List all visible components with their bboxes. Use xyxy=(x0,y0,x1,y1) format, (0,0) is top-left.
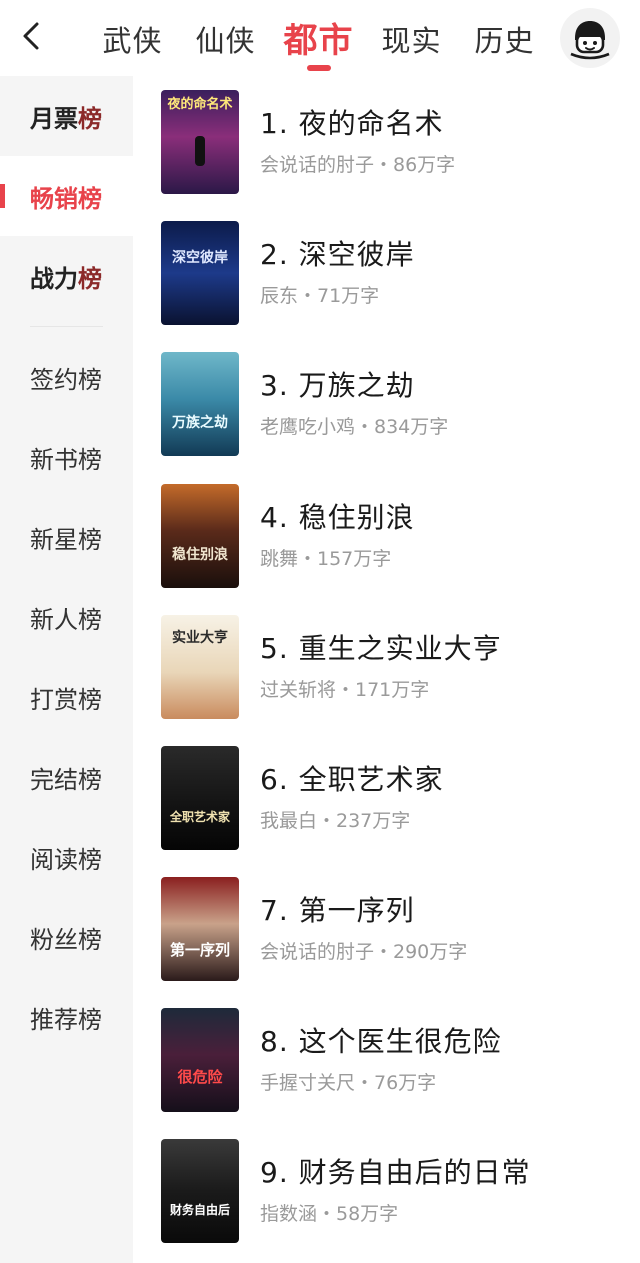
chevron-left-icon xyxy=(23,22,39,50)
list-item[interactable]: 全职艺术家 6. 全职艺术家 我最白・237万字 xyxy=(161,746,631,850)
book-title: 2. 深空彼岸 xyxy=(260,238,415,271)
sidebar-item-power[interactable]: 战力榜 xyxy=(0,236,133,316)
list-item[interactable]: 深空彼岸 2. 深空彼岸 辰东・71万字 xyxy=(161,221,631,325)
list-item[interactable]: 夜的命名术 1. 夜的命名术 会说话的肘子・86万字 xyxy=(161,90,631,194)
avatar-button[interactable] xyxy=(560,8,620,68)
book-cover: 夜的命名术 xyxy=(161,90,239,194)
list-item[interactable]: 财务自由后 9. 财务自由后的日常 指数涵・58万字 xyxy=(161,1139,631,1243)
sidebar-item-fans[interactable]: 粉丝榜 xyxy=(0,897,133,977)
list-item[interactable]: 第一序列 7. 第一序列 会说话的肘子・290万字 xyxy=(161,877,631,981)
sidebar-item-new-book[interactable]: 新书榜 xyxy=(0,417,133,497)
sidebar-item-reward[interactable]: 打赏榜 xyxy=(0,657,133,737)
list-item[interactable]: 万族之劫 3. 万族之劫 老鹰吃小鸡・834万字 xyxy=(161,352,631,456)
back-button[interactable] xyxy=(14,16,48,56)
book-title: 1. 夜的命名术 xyxy=(260,107,444,140)
book-meta: 手握寸关尺・76万字 xyxy=(260,1072,437,1094)
book-cover: 财务自由后 xyxy=(161,1139,239,1243)
book-title: 8. 这个医生很危险 xyxy=(260,1025,502,1058)
sidebar-item-signed[interactable]: 签约榜 xyxy=(0,337,133,417)
book-meta: 跳舞・157万字 xyxy=(260,548,392,570)
book-meta: 指数涵・58万字 xyxy=(260,1203,399,1225)
list-item[interactable]: 很危险 8. 这个医生很危险 手握寸关尺・76万字 xyxy=(161,1008,631,1112)
ranking-sidebar: 月票榜 畅销榜 战力榜 签约榜 新书榜 新星榜 新人榜 打赏榜 完结榜 阅读榜 … xyxy=(0,76,133,1263)
book-meta: 辰东・71万字 xyxy=(260,285,380,307)
book-meta: 会说话的肘子・86万字 xyxy=(260,154,456,176)
sidebar-item-reading[interactable]: 阅读榜 xyxy=(0,817,133,897)
tab-xianshi[interactable]: 现实 xyxy=(365,0,458,76)
book-meta: 我最白・237万字 xyxy=(260,810,411,832)
book-title: 9. 财务自由后的日常 xyxy=(260,1156,531,1189)
tab-lishi[interactable]: 历史 xyxy=(458,0,551,76)
book-title: 6. 全职艺术家 xyxy=(260,763,444,796)
list-item[interactable]: 实业大亨 5. 重生之实业大亨 过关斩将・171万字 xyxy=(161,615,631,719)
book-cover: 万族之劫 xyxy=(161,352,239,456)
book-meta: 老鹰吃小鸡・834万字 xyxy=(260,416,449,438)
book-cover: 很危险 xyxy=(161,1008,239,1112)
book-cover: 深空彼岸 xyxy=(161,221,239,325)
list-item[interactable]: 稳住别浪 4. 稳住别浪 跳舞・157万字 xyxy=(161,484,631,588)
book-title: 7. 第一序列 xyxy=(260,894,415,927)
tab-xianxia[interactable]: 仙侠 xyxy=(179,0,272,76)
active-tab-indicator xyxy=(306,65,331,71)
tab-wuxia[interactable]: 武侠 xyxy=(86,0,179,76)
top-nav-bar: 武侠 仙侠 都市 现实 历史 xyxy=(0,0,640,76)
book-title: 4. 稳住别浪 xyxy=(260,501,415,534)
sidebar-item-completed[interactable]: 完结榜 xyxy=(0,737,133,817)
category-tabs: 武侠 仙侠 都市 现实 历史 xyxy=(86,0,551,76)
sidebar-item-monthly-ticket[interactable]: 月票榜 xyxy=(0,76,133,156)
book-cover: 稳住别浪 xyxy=(161,484,239,588)
book-title: 3. 万族之劫 xyxy=(260,369,415,402)
sidebar-item-recommend[interactable]: 推荐榜 xyxy=(0,977,133,1057)
sidebar-divider xyxy=(30,326,103,327)
book-cover: 实业大亨 xyxy=(161,615,239,719)
selected-indicator xyxy=(0,184,5,208)
sidebar-item-new-star[interactable]: 新星榜 xyxy=(0,497,133,577)
avatar-face-icon xyxy=(570,21,610,60)
book-cover: 第一序列 xyxy=(161,877,239,981)
sidebar-item-bestseller[interactable]: 畅销榜 xyxy=(0,156,133,236)
book-title: 5. 重生之实业大亨 xyxy=(260,632,502,665)
sidebar-item-newcomer[interactable]: 新人榜 xyxy=(0,577,133,657)
tab-dushi[interactable]: 都市 xyxy=(272,0,365,76)
book-meta: 会说话的肘子・290万字 xyxy=(260,941,468,963)
book-meta: 过关斩将・171万字 xyxy=(260,679,430,701)
book-cover: 全职艺术家 xyxy=(161,746,239,850)
book-list: 夜的命名术 1. 夜的命名术 会说话的肘子・86万字 深空彼岸 2. 深空彼岸 … xyxy=(133,76,640,1263)
